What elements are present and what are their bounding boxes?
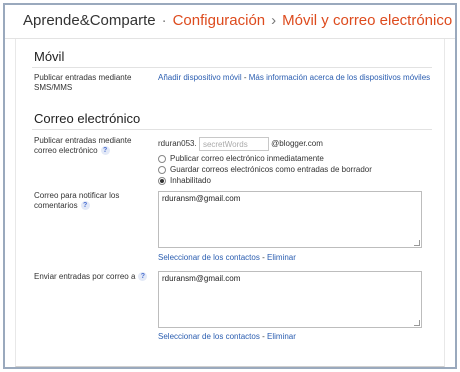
mobile-links: Añadir dispositivo móvil - Más informaci… [158, 73, 430, 82]
comment-notify-text: Correo para notificar los comentarios [34, 191, 120, 210]
add-mobile-device-link[interactable]: Añadir dispositivo móvil [158, 73, 242, 82]
secret-words-input[interactable]: secretWords [198, 137, 269, 151]
sms-label: Publicar entradas mediante SMS/MMS [34, 73, 132, 92]
comment-select-contacts-link[interactable]: Seleccionar de los contactos [158, 253, 260, 262]
send-posts-text: Enviar entradas por correo a [34, 272, 136, 281]
radio-button[interactable] [158, 154, 166, 163]
send-posts-label: Enviar entradas por correo a? [34, 272, 152, 282]
window-frame: Aprende&Comparte · Configuración › Móvil y c… [3, 3, 457, 369]
email-section-title: Correo electrónico [34, 111, 141, 126]
breadcrumb-chevron: › [271, 12, 277, 29]
email-address-prefix: rduran053. [158, 139, 197, 149]
comment-notify-textarea[interactable]: rduransm@gmail.com [158, 191, 422, 248]
help-icon[interactable]: ? [80, 201, 90, 211]
radio-label: Publicar correo electrónico inmediatamen… [170, 154, 324, 163]
radio-button-selected[interactable] [158, 176, 166, 185]
send-remove-link[interactable]: Eliminar [267, 332, 296, 341]
email-address-suffix: @blogger.com [271, 139, 323, 149]
radio-disabled[interactable]: Inhabilitado [158, 176, 211, 185]
breadcrumb-separator: · [161, 12, 167, 29]
header-bar: Aprende&Comparte · Configuración › Móvil y c… [5, 5, 455, 39]
link-separator: - [262, 332, 265, 341]
mobile-more-info-link[interactable]: Más información acerca de los dispositiv… [249, 73, 430, 82]
radio-label: Guardar correos electrónicos como entrad… [170, 165, 372, 174]
section-divider [32, 67, 432, 68]
help-icon[interactable]: ? [138, 272, 148, 282]
settings-panel: Móvil Publicar entradas mediante SMS/MMS… [15, 39, 445, 367]
help-icon[interactable]: ? [100, 146, 110, 156]
email-address-row: rduran053. secretWords @blogger.com [158, 137, 323, 151]
comment-notify-value: rduransm@gmail.com [162, 194, 241, 203]
send-contact-links: Seleccionar de los contactos - Eliminar [158, 332, 296, 341]
mobile-section-title: Móvil [34, 49, 65, 64]
radio-publish-immediately[interactable]: Publicar correo electrónico inmediatamen… [158, 154, 324, 163]
send-posts-textarea[interactable]: rduransm@gmail.com [158, 271, 422, 328]
send-posts-value: rduransm@gmail.com [162, 274, 241, 283]
send-select-contacts-link[interactable]: Seleccionar de los contactos [158, 332, 260, 341]
resize-grip-icon[interactable] [414, 240, 420, 246]
post-via-email-label: Publicar entradas mediante correo electr… [34, 136, 152, 156]
radio-label: Inhabilitado [170, 176, 211, 185]
post-via-email-text: Publicar entradas mediante correo electr… [34, 136, 132, 155]
link-separator: - [262, 253, 265, 262]
breadcrumb-configuracion[interactable]: Configuración [173, 12, 266, 29]
comment-contact-links: Seleccionar de los contactos - Eliminar [158, 253, 296, 262]
comment-remove-link[interactable]: Eliminar [267, 253, 296, 262]
radio-save-as-draft[interactable]: Guardar correos electrónicos como entrad… [158, 165, 372, 174]
breadcrumb: Aprende&Comparte · Configuración › Móvil y c… [23, 12, 452, 29]
page-title: Móvil y correo electrónico [282, 12, 453, 29]
link-separator: - [243, 73, 247, 82]
section-divider [32, 129, 432, 130]
blog-name[interactable]: Aprende&Comparte [23, 12, 156, 29]
comment-notify-label: Correo para notificar los comentarios? [34, 191, 152, 211]
resize-grip-icon[interactable] [414, 320, 420, 326]
radio-button[interactable] [158, 165, 166, 174]
